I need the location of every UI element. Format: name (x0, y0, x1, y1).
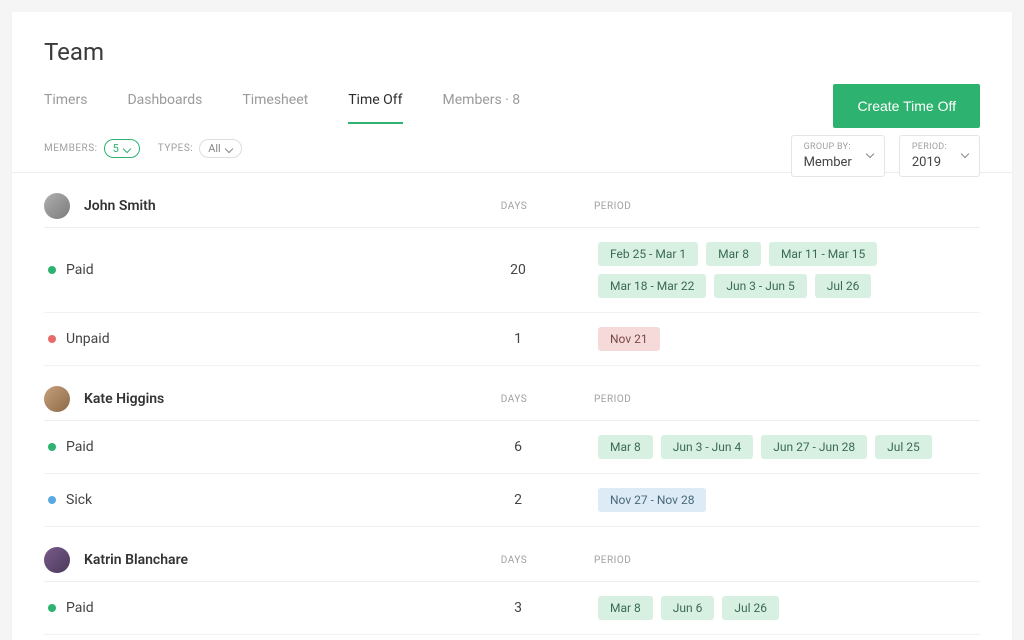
period-badge[interactable]: Mar 8 (598, 435, 653, 459)
time-off-row: Paid20 Feb 25 - Mar 1 Mar 8 Mar 11 - Mar 15… (44, 228, 980, 313)
period-badge[interactable]: Nov 21 (598, 327, 660, 351)
days-value: 6 (448, 439, 588, 455)
page-title: Team (44, 38, 980, 66)
period-badge[interactable]: Nov 27 - Nov 28 (598, 488, 706, 512)
time-off-type-label: Unpaid (66, 331, 448, 347)
member-header-row: Katrin BlanchareDAYSPERIOD (44, 527, 980, 582)
time-off-type-label: Paid (66, 600, 448, 616)
time-off-type-label: Paid (66, 439, 448, 455)
sick-dot-icon (48, 496, 56, 504)
period-badges: Mar 8 Jun 6 Jul 26 (588, 596, 980, 620)
member-name: Kate Higgins (84, 391, 444, 407)
time-off-row: Paid6 Mar 8 Jun 3 - Jun 4 Jun 27 - Jun 28 Ju… (44, 421, 980, 474)
period-badge[interactable]: Jun 3 - Jun 5 (714, 274, 806, 298)
paid-dot-icon (48, 266, 56, 274)
period-badge[interactable]: Jun 6 (661, 596, 715, 620)
group-by-select[interactable]: GROUP BY: Member (791, 135, 885, 177)
days-column-header: DAYS (444, 394, 584, 405)
types-filter-value: All (208, 142, 221, 155)
types-filter-label: TYPES: (158, 143, 193, 154)
days-value: 1 (448, 331, 588, 347)
days-value: 3 (448, 600, 588, 616)
group-by-value: Member (804, 155, 852, 170)
tab-dashboards[interactable]: Dashboards (127, 86, 202, 124)
period-badges: Nov 27 - Nov 28 (588, 488, 980, 512)
period-badge[interactable]: Jul 26 (722, 596, 779, 620)
time-off-row: Unpaid3Nov 26 - Nov 28 (44, 635, 980, 640)
period-label: PERIOD: (912, 142, 947, 152)
members-filter-label: MEMBERS: (44, 143, 98, 154)
member-header-row: John SmithDAYSPERIOD (44, 173, 980, 228)
avatar (44, 547, 70, 573)
days-value: 20 (448, 262, 588, 278)
time-off-row: Paid3 Mar 8 Jun 6 Jul 26 (44, 582, 980, 635)
unpaid-dot-icon (48, 335, 56, 343)
period-badge[interactable]: Jul 25 (875, 435, 932, 459)
tab-members[interactable]: Members · 8 (443, 86, 521, 124)
tab-timesheet[interactable]: Timesheet (242, 86, 308, 124)
period-badges: Nov 21 (588, 327, 980, 351)
members-filter[interactable]: 5 (104, 139, 140, 158)
member-name: Katrin Blanchare (84, 552, 444, 568)
period-badge[interactable]: Feb 25 - Mar 1 (598, 242, 698, 266)
paid-dot-icon (48, 443, 56, 451)
period-badge[interactable]: Jun 3 - Jun 4 (661, 435, 753, 459)
chevron-down-icon (123, 145, 131, 153)
filter-bar: MEMBERS: 5 TYPES: All GROUP BY: Member P… (12, 125, 1012, 173)
time-off-type-label: Paid (66, 262, 448, 278)
types-filter[interactable]: All (199, 139, 242, 158)
member-name: John Smith (84, 198, 444, 214)
chevron-down-icon (961, 150, 969, 158)
period-badge[interactable]: Mar 8 (598, 596, 653, 620)
chevron-down-icon (866, 150, 874, 158)
period-column-header: PERIOD (584, 201, 980, 212)
days-column-header: DAYS (444, 201, 584, 212)
tab-time-off[interactable]: Time Off (348, 86, 402, 124)
period-badges: Mar 8 Jun 3 - Jun 4 Jun 27 - Jun 28 Jul 25 (588, 435, 980, 459)
time-off-list: John SmithDAYSPERIODPaid20Feb 25 - Mar 1… (12, 173, 1012, 640)
period-column-header: PERIOD (584, 555, 980, 566)
days-column-header: DAYS (444, 555, 584, 566)
avatar (44, 386, 70, 412)
period-badge[interactable]: Mar 11 - Mar 15 (769, 242, 877, 266)
create-time-off-button[interactable]: Create Time Off (833, 84, 980, 128)
time-off-type-label: Sick (66, 492, 448, 508)
member-header-row: Kate HigginsDAYSPERIOD (44, 366, 980, 421)
period-column-header: PERIOD (584, 394, 980, 405)
period-badges: Feb 25 - Mar 1 Mar 8 Mar 11 - Mar 15 Mar 18… (588, 242, 980, 298)
time-off-row: Sick2 Nov 27 - Nov 28 (44, 474, 980, 527)
period-badge[interactable]: Mar 8 (706, 242, 761, 266)
period-badge[interactable]: Mar 18 - Mar 22 (598, 274, 706, 298)
paid-dot-icon (48, 604, 56, 612)
time-off-row: Unpaid1 Nov 21 (44, 313, 980, 366)
period-badge[interactable]: Jun 27 - Jun 28 (761, 435, 867, 459)
period-badge[interactable]: Jul 26 (815, 274, 872, 298)
members-filter-value: 5 (113, 142, 119, 155)
group-by-label: GROUP BY: (804, 142, 852, 152)
chevron-down-icon (225, 145, 233, 153)
tab-timers[interactable]: Timers (44, 86, 87, 124)
period-select[interactable]: PERIOD: 2019 (899, 135, 980, 177)
days-value: 2 (448, 492, 588, 508)
avatar (44, 193, 70, 219)
period-value: 2019 (912, 155, 941, 170)
